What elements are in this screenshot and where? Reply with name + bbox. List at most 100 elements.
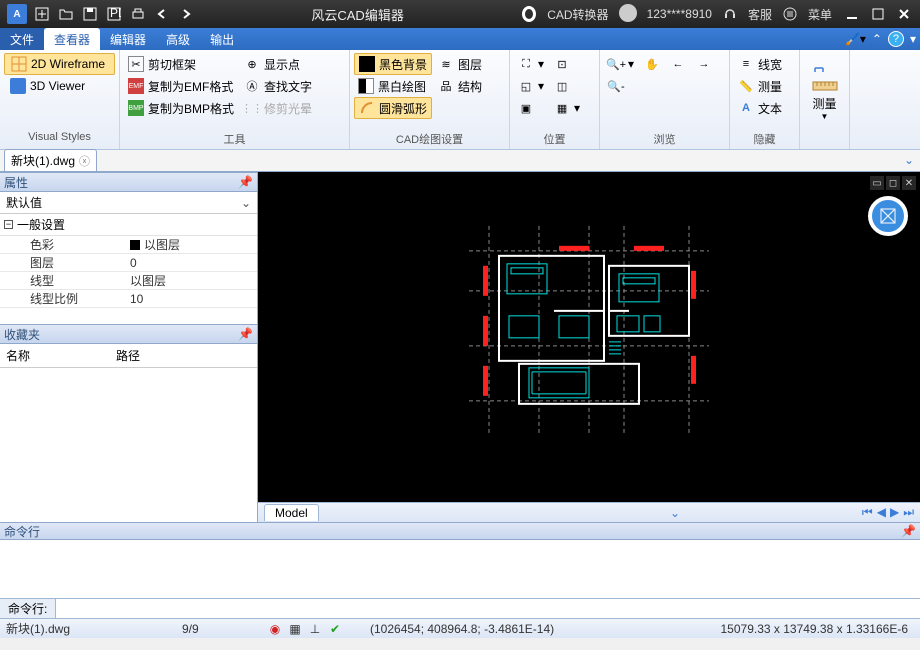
undo-icon[interactable]: [151, 3, 173, 25]
check-icon[interactable]: ✔: [328, 622, 342, 636]
hamburger-icon[interactable]: [779, 3, 801, 25]
model-tab-dropdown-icon[interactable]: ⌄: [670, 506, 680, 520]
avatar-icon[interactable]: [615, 4, 641, 25]
nav-back-button[interactable]: ←: [666, 53, 690, 75]
file-tab[interactable]: 新块(1).dwg ⓧ: [4, 149, 97, 171]
minimize-button[interactable]: [840, 3, 864, 25]
hide-group-label: 隐藏: [734, 131, 795, 147]
pin-icon[interactable]: 📌: [238, 175, 253, 189]
nav-last-icon[interactable]: ⏭: [903, 505, 914, 520]
drawing-canvas[interactable]: ▭ ◻ ✕: [258, 172, 920, 502]
pan-button[interactable]: ✋: [640, 53, 664, 75]
menu-file[interactable]: 文件: [0, 28, 44, 50]
pos-btn-5[interactable]: ◫: [550, 75, 584, 97]
converter-icon[interactable]: [518, 3, 540, 25]
menu-advanced[interactable]: 高级: [156, 28, 200, 50]
smooth-arc-button[interactable]: 圆滑弧形: [354, 97, 432, 119]
nav-compass-icon[interactable]: [868, 196, 908, 236]
layers-icon: ≋: [438, 56, 454, 72]
model-tab[interactable]: Model: [264, 504, 319, 521]
nav-fwd-button[interactable]: →: [692, 53, 716, 75]
properties-default-dropdown[interactable]: 默认值 ⌄: [0, 192, 257, 214]
zoom-out-button[interactable]: 🔍-: [604, 75, 638, 97]
hand-icon: ✋: [644, 56, 660, 72]
headset-icon[interactable]: [719, 3, 741, 25]
structure-button[interactable]: 品结构: [434, 75, 486, 97]
show-point-button[interactable]: ⊕显示点: [240, 53, 316, 75]
style-picker-icon[interactable]: 🖌️▾: [845, 32, 866, 46]
canvas-wrap: ▭ ◻ ✕: [258, 172, 920, 522]
print-icon[interactable]: [127, 3, 149, 25]
find-icon: Ⓐ: [244, 78, 260, 94]
left-panels: 属性 📌 默认值 ⌄ −一般设置 色彩以图层 图层0 线型以图层 线型比例10 …: [0, 172, 258, 522]
new-icon[interactable]: [31, 3, 53, 25]
find-text-button[interactable]: Ⓐ查找文字: [240, 75, 316, 97]
favorites-col-path[interactable]: 路径: [110, 344, 220, 367]
status-bar: 新块(1).dwg 9/9 ◉ ▦ ⊥ ✔ (1026454; 408964.8…: [0, 618, 920, 638]
converter-label[interactable]: CAD转换器: [547, 6, 608, 23]
command-input[interactable]: [56, 599, 920, 618]
bw-icon: [358, 78, 374, 94]
main-area: 属性 📌 默认值 ⌄ −一般设置 色彩以图层 图层0 线型以图层 线型比例10 …: [0, 172, 920, 522]
pos-btn-4[interactable]: ⊡: [550, 53, 584, 75]
properties-section-general[interactable]: −一般设置: [0, 214, 257, 236]
copy-emf-button[interactable]: EMF复制为EMF格式: [124, 75, 238, 97]
support-label[interactable]: 客服: [748, 6, 772, 23]
grid-icon[interactable]: ▦: [288, 622, 302, 636]
pin-icon[interactable]: 📌: [238, 327, 253, 341]
tools-group-label: 工具: [124, 131, 345, 147]
snap-icon[interactable]: ◉: [268, 622, 282, 636]
property-row: 图层0: [0, 254, 257, 272]
layers-button[interactable]: ≋图层: [434, 53, 486, 75]
ribbon-collapse-icon[interactable]: ⌃: [872, 32, 882, 46]
open-icon[interactable]: [55, 3, 77, 25]
nav-next-icon[interactable]: ▶: [890, 505, 899, 520]
menu-editor[interactable]: 编辑器: [100, 28, 156, 50]
bw-draw-button[interactable]: 黑白绘图: [354, 75, 432, 97]
pin-icon[interactable]: 📌: [901, 524, 916, 538]
collapse-icon[interactable]: −: [4, 220, 13, 229]
ortho-icon[interactable]: ⊥: [308, 622, 322, 636]
pos-btn-2[interactable]: ◱▾: [514, 75, 548, 97]
help-icon[interactable]: ?: [888, 31, 904, 47]
black-bg-button[interactable]: 黑色背景: [354, 53, 432, 75]
filetab-dropdown-icon[interactable]: ⌄: [904, 153, 914, 167]
command-prompt-label: 命令行:: [0, 599, 56, 618]
save-icon[interactable]: [79, 3, 101, 25]
pos-btn-6[interactable]: ▦▾: [550, 97, 584, 119]
zoom-in-button[interactable]: 🔍+▾: [604, 53, 638, 75]
redo-icon[interactable]: [175, 3, 197, 25]
saveas-pdf-icon[interactable]: PDF: [103, 3, 125, 25]
clip-frame-button[interactable]: ✂剪切框架: [124, 53, 238, 75]
nav-prev-icon[interactable]: ◀: [877, 505, 886, 520]
menu-label[interactable]: 菜单: [808, 6, 832, 23]
help-dd-icon[interactable]: ▾: [910, 32, 916, 46]
app-title: 风云CAD编辑器: [198, 5, 517, 24]
menu-output[interactable]: 输出: [200, 28, 244, 50]
copy-bmp-button[interactable]: BMP复制为BMP格式: [124, 97, 238, 119]
linewidth-button[interactable]: ≡线宽: [734, 53, 786, 75]
measure-big-button[interactable]: 测量▼: [804, 53, 845, 131]
pos-btn-1[interactable]: ⛶▾: [514, 53, 548, 75]
canvas-close-icon[interactable]: ✕: [902, 176, 916, 190]
title-bar: A PDF 风云CAD编辑器 CAD转换器 123****8910 客服 菜单: [0, 0, 920, 28]
measure-toggle-button[interactable]: 📏测量: [734, 75, 786, 97]
canvas-min-icon[interactable]: ▭: [870, 176, 884, 190]
canvas-max-icon[interactable]: ◻: [886, 176, 900, 190]
close-button[interactable]: [892, 3, 916, 25]
menu-viewer[interactable]: 查看器: [44, 28, 100, 50]
favorites-col-name[interactable]: 名称: [0, 344, 110, 367]
text-toggle-button[interactable]: A文本: [734, 97, 786, 119]
close-tab-icon[interactable]: ⓧ: [79, 153, 90, 169]
properties-table[interactable]: −一般设置 色彩以图层 图层0 线型以图层 线型比例10: [0, 214, 257, 324]
wireframe-2d-button[interactable]: 2D Wireframe: [4, 53, 115, 75]
nav-first-icon[interactable]: ⏮: [862, 505, 873, 520]
property-row: 色彩以图层: [0, 236, 257, 254]
arrow-left-icon: ←: [670, 56, 686, 72]
viewer-3d-button[interactable]: 3D Viewer: [4, 75, 115, 97]
command-output[interactable]: [0, 540, 920, 598]
property-row: 线型以图层: [0, 272, 257, 290]
maximize-button[interactable]: [866, 3, 890, 25]
pos-btn-3[interactable]: ▣: [514, 97, 548, 119]
zoom-window-icon: ◱: [518, 78, 534, 94]
